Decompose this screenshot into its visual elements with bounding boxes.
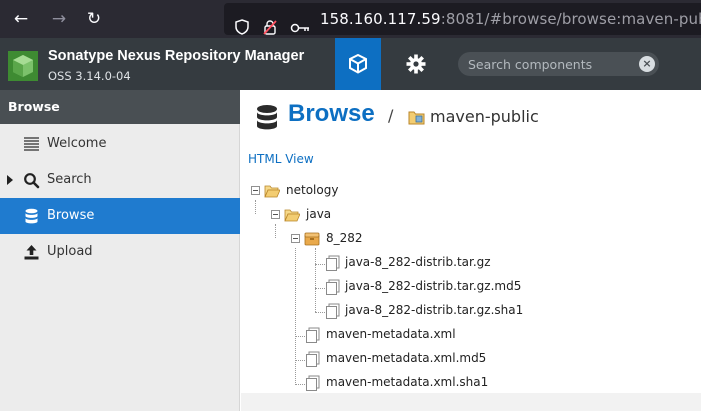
panel-footer <box>241 393 701 411</box>
sidebar-item-browse[interactable]: Browse <box>0 198 240 234</box>
file-icon <box>326 255 340 271</box>
html-view-link[interactable]: HTML View <box>248 152 314 166</box>
breadcrumb-separator: / <box>388 106 394 125</box>
list-icon <box>24 137 39 151</box>
component-search[interactable]: × <box>458 52 659 76</box>
tree-node-file[interactable]: maven-metadata.xml <box>241 325 561 345</box>
admin-mode-button[interactable] <box>393 38 439 90</box>
url-text[interactable]: 158.160.117.59:8081/#browse/browse:maven… <box>320 3 701 35</box>
sidebar-item-label: Upload <box>47 244 93 259</box>
page-title[interactable]: Browse <box>288 100 375 128</box>
browser-toolbar: ← → ↻ 158.160.117.59:8081/#browse/browse… <box>0 0 701 38</box>
address-bar[interactable]: 158.160.117.59:8081/#browse/browse:maven… <box>224 3 701 35</box>
collapse-toggle-icon[interactable] <box>251 186 260 195</box>
reload-icon[interactable]: ↻ <box>84 9 104 29</box>
sidebar-item-label: Browse <box>47 208 95 223</box>
tree-node-file[interactable]: maven-metadata.xml.sha1 <box>241 373 561 393</box>
collapse-toggle-icon[interactable] <box>271 210 280 219</box>
tree-node-file[interactable]: java-8_282-distrib.tar.gz.md5 <box>241 277 561 297</box>
tree-node-file[interactable]: maven-metadata.xml.md5 <box>241 349 561 369</box>
file-icon <box>306 351 320 367</box>
clear-search-icon[interactable]: × <box>639 56 655 72</box>
gear-icon <box>406 54 426 74</box>
sidebar-item-upload[interactable]: Upload <box>0 234 240 270</box>
tree-node-component[interactable]: 8_282 <box>241 229 541 249</box>
back-arrow-icon[interactable]: ← <box>11 9 31 29</box>
tree-node-label: maven-metadata.xml.sha1 <box>326 375 489 389</box>
upload-icon <box>24 245 39 260</box>
browse-panel: Browse / maven-public HTML View netology… <box>241 90 701 411</box>
repository-folder-icon <box>408 111 425 125</box>
sidebar-item-search[interactable]: Search <box>0 162 240 198</box>
file-icon <box>306 375 320 391</box>
nexus-logo-icon <box>8 51 38 81</box>
tree-node-netology[interactable]: netology <box>241 181 541 201</box>
search-input[interactable] <box>468 52 628 76</box>
sidebar: Browse Welcome Search Browse Upload <box>0 90 240 411</box>
tree-node-label: maven-metadata.xml.md5 <box>326 351 487 365</box>
search-icon <box>24 173 40 189</box>
cube-icon <box>349 54 367 74</box>
file-icon <box>326 279 340 295</box>
forward-arrow-icon[interactable]: → <box>49 9 69 29</box>
tree-node-label: java <box>306 207 332 221</box>
sidebar-item-label: Welcome <box>47 136 107 151</box>
app-header: Sonatype Nexus Repository Manager OSS 3.… <box>0 38 701 90</box>
app-title: Sonatype Nexus Repository Manager <box>48 48 305 64</box>
sidebar-item-welcome[interactable]: Welcome <box>0 126 240 162</box>
sidebar-item-label: Search <box>47 172 92 187</box>
tree-node-label: netology <box>286 183 339 197</box>
tree-node-label: 8_282 <box>326 231 363 245</box>
url-host: 158.160.117.59 <box>320 10 441 28</box>
browse-mode-button[interactable] <box>335 38 381 90</box>
tree-node-file[interactable]: java-8_282-distrib.tar.gz <box>241 253 561 273</box>
file-icon <box>306 327 320 343</box>
database-icon <box>25 208 38 224</box>
component-box-icon <box>304 232 320 246</box>
collapse-toggle-icon[interactable] <box>291 234 300 243</box>
url-path: :8081/#browse/browse:maven-public <box>440 10 701 28</box>
file-icon <box>326 303 340 319</box>
expand-caret-icon[interactable] <box>7 175 13 185</box>
folder-open-icon <box>284 209 300 222</box>
tree-node-java[interactable]: java <box>241 205 541 225</box>
database-icon <box>257 105 277 130</box>
tree-node-label: java-8_282-distrib.tar.gz.sha1 <box>345 303 524 317</box>
folder-open-icon <box>264 185 280 198</box>
breadcrumb-repo: maven-public <box>430 107 539 126</box>
sidebar-heading: Browse <box>0 90 240 124</box>
tree-node-label: java-8_282-distrib.tar.gz.md5 <box>345 279 522 293</box>
tree-node-file[interactable]: java-8_282-distrib.tar.gz.sha1 <box>241 301 561 321</box>
app-version: OSS 3.14.0-04 <box>48 69 131 83</box>
tree-node-label: java-8_282-distrib.tar.gz <box>345 255 491 269</box>
tree-node-label: maven-metadata.xml <box>326 327 456 341</box>
